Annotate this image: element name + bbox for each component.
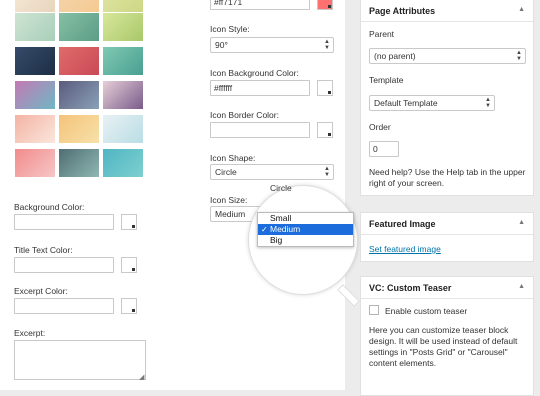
featured-image-title: Featured Image [369, 219, 436, 229]
parent-select[interactable]: (no parent) ▲ ▼ [369, 48, 526, 64]
parent-label: Parent [369, 29, 395, 39]
thumbnail[interactable] [58, 46, 100, 76]
thumbnail[interactable] [14, 148, 56, 178]
custom-teaser-description: Here you can customize teaser block desi… [369, 325, 518, 368]
icon-style-value: 90° [215, 40, 228, 50]
icon-size-option-small[interactable]: Small [258, 213, 353, 224]
page-attributes-header[interactable]: Page Attributes ▲ [361, 0, 533, 22]
thumbnail[interactable] [58, 148, 100, 178]
custom-teaser-title: VC: Custom Teaser [369, 283, 452, 293]
icon-style-select[interactable]: 90° ▲ ▼ [210, 37, 334, 53]
enable-custom-teaser-checkbox[interactable] [369, 305, 379, 315]
select-arrows-icon: ▲ ▼ [324, 39, 330, 51]
icon-shape-label: Icon Shape: [210, 153, 256, 163]
icon-border-color-label: Icon Border Color: [210, 110, 279, 120]
thumbnail[interactable] [58, 12, 100, 42]
excerpt-color-label: Excerpt Color: [14, 286, 68, 296]
icon-style-label: Icon Style: [210, 24, 250, 34]
thumbnail[interactable] [14, 46, 56, 76]
title-text-color-input[interactable] [14, 257, 114, 273]
template-select[interactable]: Default Template ▲ ▼ [369, 95, 495, 111]
icon-shape-value: Circle [215, 167, 237, 177]
custom-teaser-box: VC: Custom Teaser ▲ Enable custom teaser… [360, 276, 534, 396]
thumbnail[interactable] [102, 80, 144, 110]
order-label: Order [369, 122, 391, 132]
thumbnail[interactable] [102, 148, 144, 178]
template-value: Default Template [374, 98, 438, 108]
icon-color-swatch[interactable] [317, 0, 333, 10]
thumbnail[interactable] [102, 12, 144, 42]
icon-color-input[interactable]: #ff7171 [210, 0, 310, 10]
thumbnail[interactable] [102, 46, 144, 76]
custom-teaser-header[interactable]: VC: Custom Teaser ▲ [361, 277, 533, 299]
select-arrows-icon: ▲ ▼ [516, 50, 522, 62]
set-featured-image-link[interactable]: Set featured image [369, 244, 441, 254]
parent-value: (no parent) [374, 51, 416, 61]
select-arrows-icon: ▲ ▼ [485, 97, 491, 109]
background-color-input[interactable] [14, 214, 114, 230]
excerpt-label: Excerpt: [14, 328, 46, 338]
collapse-arrow-icon[interactable]: ▲ [518, 6, 525, 13]
background-color-swatch[interactable] [121, 214, 137, 230]
title-text-color-label: Title Text Color: [14, 245, 73, 255]
icon-background-color-swatch[interactable] [317, 80, 333, 96]
icon-background-color-label: Icon Background Color: [210, 68, 299, 78]
icon-shape-select[interactable]: Circle ▲ ▼ [210, 164, 334, 180]
magnified-shape-text: Circle [270, 183, 292, 193]
excerpt-color-swatch[interactable] [121, 298, 137, 314]
select-arrows-icon: ▲ ▼ [324, 166, 330, 178]
icon-size-option-big[interactable]: Big [258, 235, 353, 246]
thumbnail[interactable] [102, 114, 144, 144]
icon-size-label: Icon Size: [210, 195, 248, 205]
page-attributes-title: Page Attributes [369, 6, 436, 16]
thumbnail[interactable] [14, 114, 56, 144]
collapse-arrow-icon[interactable]: ▲ [518, 219, 525, 226]
featured-image-header[interactable]: Featured Image ▲ [361, 213, 533, 235]
featured-image-box: Featured Image ▲ Set featured image [360, 212, 534, 262]
icon-border-color-input[interactable] [210, 122, 310, 138]
icon-size-dropdown[interactable]: Small ✓ Medium Big [257, 212, 354, 247]
icon-border-color-swatch[interactable] [317, 122, 333, 138]
resize-grip-icon[interactable]: ◢ [139, 373, 144, 381]
page-attributes-box: Page Attributes ▲ Parent (no parent) ▲ ▼ … [360, 0, 534, 196]
icon-size-option-medium[interactable]: ✓ Medium [258, 224, 353, 235]
thumbnail[interactable] [14, 80, 56, 110]
enable-custom-teaser-label: Enable custom teaser [385, 306, 468, 316]
excerpt-textarea[interactable] [14, 340, 146, 380]
title-text-color-swatch[interactable] [121, 257, 137, 273]
thumbnail[interactable] [58, 80, 100, 110]
order-input[interactable]: 0 [369, 141, 399, 157]
help-text: Need help? Use the Help tab in the upper… [369, 167, 526, 188]
checkmark-icon: ✓ [261, 225, 268, 234]
excerpt-color-input[interactable] [14, 298, 114, 314]
icon-background-color-input[interactable]: #ffffff [210, 80, 310, 96]
template-label: Template [369, 75, 404, 85]
icon-size-value: Medium [215, 209, 246, 219]
background-color-label: Background Color: [14, 202, 85, 212]
thumbnail[interactable] [14, 12, 56, 42]
thumbnail[interactable] [58, 114, 100, 144]
collapse-arrow-icon[interactable]: ▲ [518, 283, 525, 290]
